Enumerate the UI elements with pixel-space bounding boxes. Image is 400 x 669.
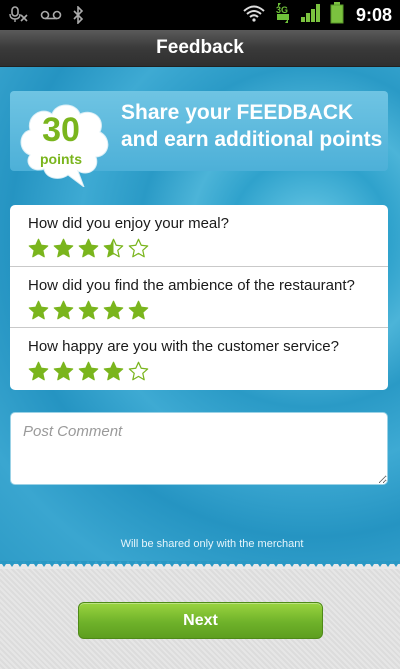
signal-icon: [300, 3, 322, 28]
question-text: How happy are you with the customer serv…: [28, 338, 339, 356]
question-row: How did you enjoy your meal?: [10, 205, 388, 267]
star-filled-icon[interactable]: [78, 300, 99, 321]
star-filled-icon[interactable]: [103, 300, 124, 321]
star-filled-icon[interactable]: [53, 238, 74, 259]
star-filled-icon[interactable]: [53, 361, 74, 382]
bluetooth-icon: [72, 6, 84, 24]
svg-text:3G: 3G: [276, 5, 288, 15]
network-3g-icon: 3G: [274, 2, 292, 29]
next-button[interactable]: Next: [78, 602, 323, 639]
star-empty-icon[interactable]: [128, 361, 149, 382]
page-title: Feedback: [156, 37, 244, 58]
comment-input[interactable]: [10, 412, 388, 485]
status-bar: 3G 9:08: [0, 0, 400, 30]
star-rating[interactable]: [28, 361, 388, 382]
star-filled-icon[interactable]: [78, 361, 99, 382]
star-rating[interactable]: [28, 238, 388, 259]
star-filled-icon[interactable]: [53, 300, 74, 321]
star-filled-icon[interactable]: [128, 300, 149, 321]
banner-text: Share your FEEDBACK and earn additional …: [121, 101, 383, 151]
star-filled-icon[interactable]: [78, 238, 99, 259]
questions-card: How did you enjoy your meal? How did you…: [10, 205, 388, 390]
question-text: How did you find the ambience of the res…: [28, 276, 355, 294]
feedback-content: Share your FEEDBACK and earn additional …: [0, 67, 400, 564]
battery-icon: [330, 1, 344, 29]
question-row: How did you find the ambience of the res…: [10, 267, 388, 329]
star-rating[interactable]: [28, 300, 388, 321]
clock: 9:08: [355, 4, 392, 25]
bottom-bar: Next: [0, 569, 400, 669]
star-empty-icon[interactable]: [128, 238, 149, 259]
mute-icon: [8, 6, 30, 24]
star-filled-icon[interactable]: [28, 300, 49, 321]
title-bar: Feedback: [0, 30, 400, 67]
star-filled-icon[interactable]: [103, 361, 124, 382]
question-row: How happy are you with the customer serv…: [10, 328, 388, 390]
question-text: How did you enjoy your meal?: [28, 215, 229, 232]
star-filled-icon[interactable]: [28, 238, 49, 259]
wifi-icon: [242, 4, 266, 27]
star-filled-icon[interactable]: [28, 361, 49, 382]
star-half-icon[interactable]: [103, 238, 124, 259]
privacy-note: Will be shared only with the merchant: [120, 538, 304, 550]
zigzag-divider: [0, 561, 400, 567]
voicemail-icon: [40, 9, 62, 21]
points-label: points: [40, 151, 82, 167]
points-value: 30: [42, 111, 80, 149]
